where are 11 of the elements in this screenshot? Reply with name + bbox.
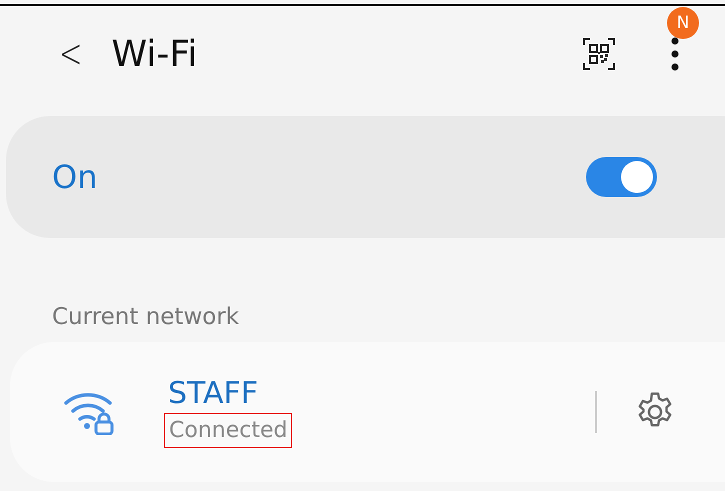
wifi-toggle-label: On (52, 158, 98, 196)
network-status: Connected (164, 413, 292, 448)
notification-badge: N (667, 7, 699, 39)
network-name: STAFF (168, 376, 258, 411)
section-title: Current network (52, 304, 240, 330)
wifi-switch[interactable] (586, 157, 657, 197)
network-item[interactable]: STAFF Connected (10, 342, 725, 482)
more-options-icon[interactable] (671, 37, 679, 71)
back-button[interactable]: < (54, 31, 87, 77)
qr-code-icon[interactable] (583, 38, 615, 70)
page-title: Wi-Fi (112, 34, 198, 74)
